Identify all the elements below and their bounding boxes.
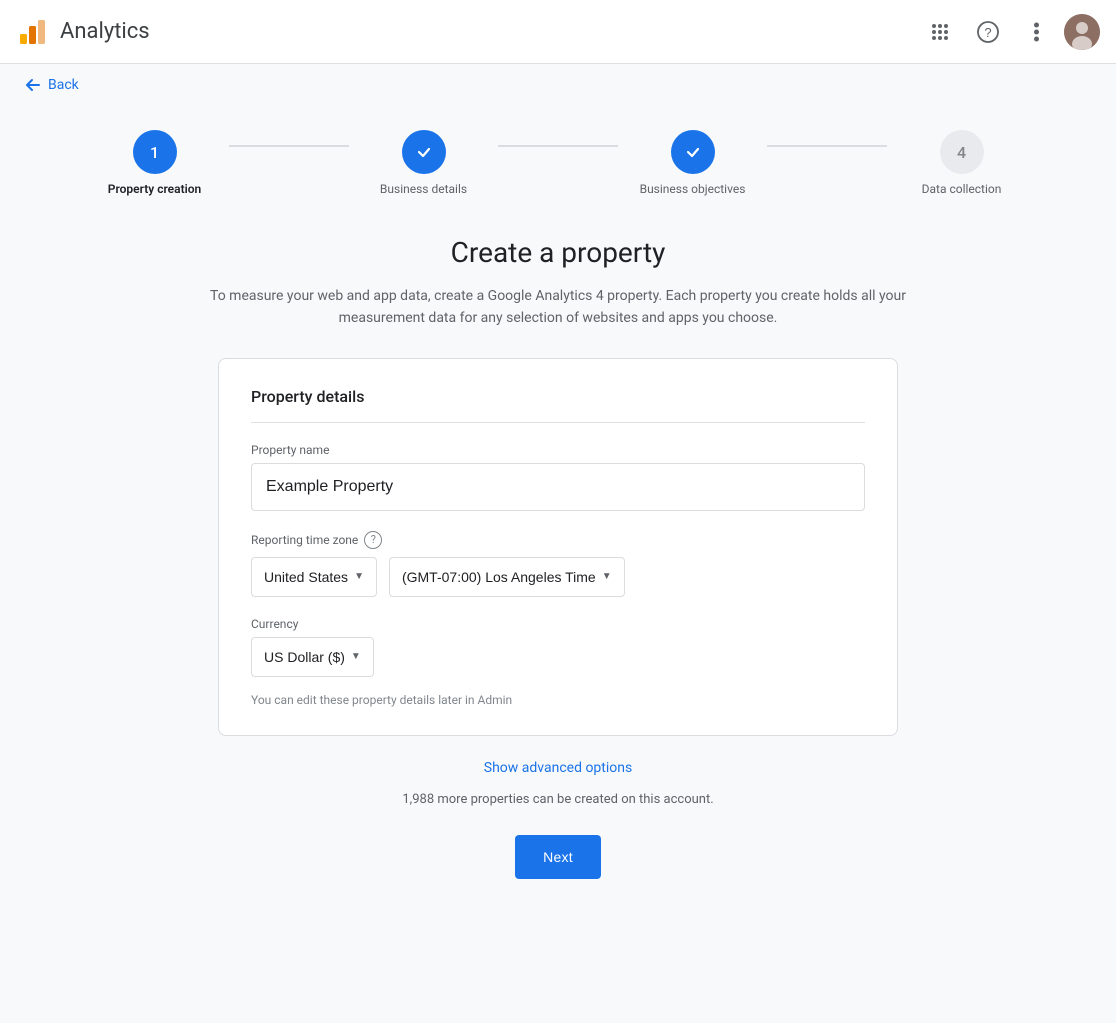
- header-logo-area: Analytics: [16, 16, 150, 48]
- step-3-check-icon: [684, 143, 702, 161]
- step-property-creation: 1 Property creation: [80, 130, 229, 196]
- step-2-label: Business details: [380, 182, 467, 196]
- country-chevron-icon: ▼: [354, 571, 364, 582]
- timezone-select[interactable]: (GMT-07:00) Los Angeles Time ▼: [389, 557, 625, 597]
- step-1-label: Property creation: [108, 182, 201, 196]
- stepper: 1 Property creation Business details Bus…: [0, 110, 1116, 196]
- more-options-button[interactable]: [1016, 12, 1056, 52]
- currency-chevron-icon: ▼: [351, 651, 361, 662]
- step-connector-3: [767, 145, 887, 147]
- currency-label: Currency: [251, 617, 865, 631]
- step-2-circle: [402, 130, 446, 174]
- step-3-circle: [671, 130, 715, 174]
- next-button[interactable]: Next: [515, 835, 601, 879]
- back-link[interactable]: Back: [24, 76, 79, 94]
- property-name-label: Property name: [251, 443, 865, 457]
- currency-select[interactable]: US Dollar ($) ▼: [251, 637, 374, 677]
- step-data-collection: 4 Data collection: [887, 130, 1036, 196]
- main-content: Create a property To measure your web an…: [0, 196, 1116, 899]
- page-title: Create a property: [451, 236, 666, 269]
- header-actions: ?: [920, 12, 1100, 52]
- step-4-circle: 4: [940, 130, 984, 174]
- timezone-help-icon[interactable]: ?: [364, 531, 382, 549]
- timezone-label-row: Reporting time zone ?: [251, 531, 865, 549]
- properties-note: 1,988 more properties can be created on …: [402, 792, 713, 807]
- step-1-circle: 1: [133, 130, 177, 174]
- advanced-options-link[interactable]: Show advanced options: [484, 760, 632, 776]
- back-arrow-icon: [24, 76, 42, 94]
- form-hint: You can edit these property details late…: [251, 693, 865, 707]
- country-select[interactable]: United States ▼: [251, 557, 377, 597]
- step-2-check-icon: [415, 143, 433, 161]
- page-description: To measure your web and app data, create…: [178, 285, 938, 330]
- step-3-label: Business objectives: [640, 182, 746, 196]
- analytics-logo-icon: [16, 16, 48, 48]
- step-connector-2: [498, 145, 618, 147]
- currency-section: Currency US Dollar ($) ▼: [251, 617, 865, 677]
- app-title: Analytics: [60, 19, 150, 44]
- timezone-row: United States ▼ (GMT-07:00) Los Angeles …: [251, 557, 865, 597]
- apps-button[interactable]: [920, 12, 960, 52]
- step-connector-1: [229, 145, 349, 147]
- step-4-label: Data collection: [922, 182, 1002, 196]
- app-header: Analytics ?: [0, 0, 1116, 64]
- back-bar: Back: [0, 64, 1116, 110]
- step-business-objectives: Business objectives: [618, 130, 767, 196]
- property-details-card: Property details Property name Reporting…: [218, 358, 898, 736]
- step-business-details: Business details: [349, 130, 498, 196]
- card-title: Property details: [251, 387, 865, 423]
- user-avatar[interactable]: [1064, 14, 1100, 50]
- svg-text:?: ?: [984, 25, 991, 40]
- property-name-input[interactable]: [251, 463, 865, 511]
- timezone-chevron-icon: ▼: [602, 571, 612, 582]
- help-button[interactable]: ?: [968, 12, 1008, 52]
